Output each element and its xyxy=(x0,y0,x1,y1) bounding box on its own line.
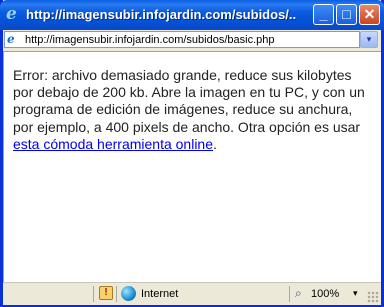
status-divider xyxy=(289,286,290,302)
title-bar[interactable]: e http://imagensubir.infojardin.com/subi… xyxy=(0,0,384,30)
zoom-icon[interactable]: ⌕ xyxy=(295,286,302,301)
error-message-text: Error: archivo demasiado grande, reduce … xyxy=(13,67,365,135)
ie-page-icon: e xyxy=(7,32,15,46)
close-button[interactable]: ✕ xyxy=(359,4,380,25)
window-title: http://imagensubir.infojardin.com/subido… xyxy=(26,7,296,22)
security-warning-icon[interactable]: ! xyxy=(99,286,113,300)
ie-logo-icon: e xyxy=(6,4,17,24)
zoom-level[interactable]: 100% xyxy=(311,288,339,300)
browser-popup-window: e http://imagensubir.infojardin.com/subi… xyxy=(0,0,384,307)
address-url[interactable]: http://imagensubir.infojardin.com/subido… xyxy=(25,34,274,46)
zoom-dropdown-arrow[interactable]: ▾ xyxy=(353,288,358,299)
maximize-button[interactable]: □ xyxy=(336,4,357,25)
error-message: Error: archivo demasiado grande, reduce … xyxy=(13,67,368,153)
page-content: Error: archivo demasiado grande, reduce … xyxy=(3,51,381,282)
address-field[interactable]: e http://imagensubir.infojardin.com/subi… xyxy=(4,31,360,48)
minimize-button[interactable]: _ xyxy=(313,4,334,25)
status-divider xyxy=(116,286,117,302)
online-tool-link[interactable]: esta cómoda herramienta online xyxy=(13,136,213,152)
zone-label: Internet xyxy=(141,288,179,300)
address-bar: e http://imagensubir.infojardin.com/subi… xyxy=(3,30,381,50)
globe-icon xyxy=(121,286,136,301)
status-bar: ! Internet ⌕ 100% ▾ xyxy=(3,282,381,305)
status-divider xyxy=(93,286,94,302)
resize-grip[interactable] xyxy=(367,291,379,303)
error-message-end: . xyxy=(213,135,217,152)
address-dropdown-button[interactable]: ▾ xyxy=(360,31,378,48)
